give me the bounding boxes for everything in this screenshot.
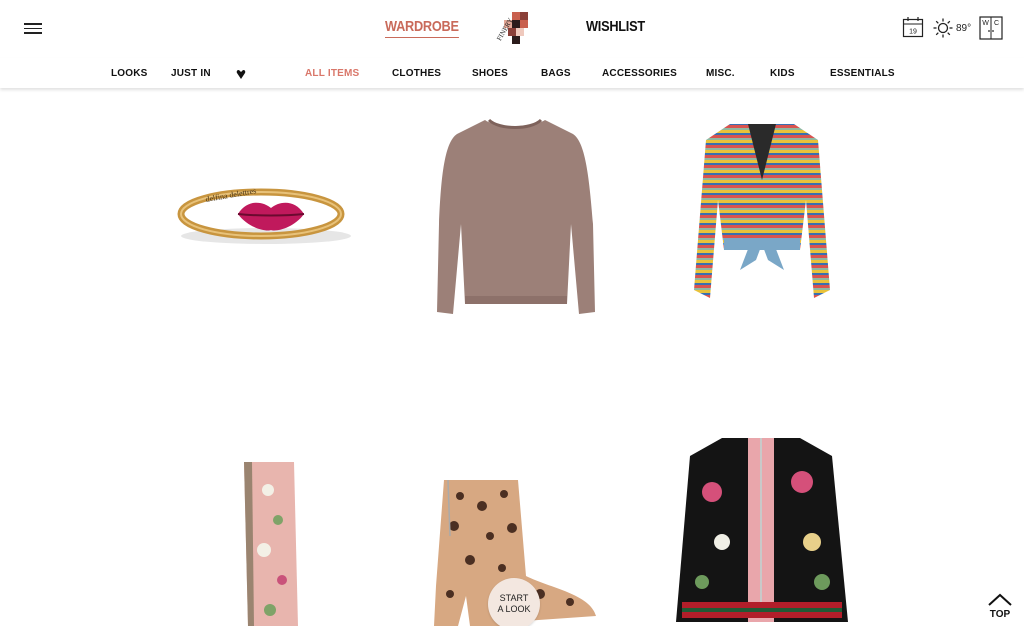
- wc-letter-c: C: [994, 20, 999, 27]
- finery-logo[interactable]: FINERY: [492, 8, 536, 48]
- wc-letter-w: W: [982, 20, 989, 27]
- calendar-day: 19: [909, 29, 917, 36]
- nav-all-items[interactable]: ALL ITEMS: [305, 68, 359, 79]
- nav-misc[interactable]: MISC.: [706, 68, 735, 79]
- weather-sun-icon[interactable]: [933, 18, 953, 38]
- ring-engraving: delfina delettres: [205, 186, 257, 204]
- start-look-line1: START: [499, 593, 529, 603]
- nav-looks[interactable]: LOOKS: [111, 68, 148, 79]
- category-nav: LOOKS JUST IN ALL ITEMS CLOTHES SHOES BA…: [0, 58, 1024, 88]
- nav-essentials[interactable]: ESSENTIALS: [830, 68, 895, 79]
- hamburger-menu-icon[interactable]: [24, 23, 42, 37]
- product-floral-bomber-jacket[interactable]: [672, 432, 850, 626]
- scroll-to-top-button[interactable]: TOP: [984, 592, 1016, 620]
- wardrobe-closet-icon[interactable]: W C: [979, 16, 1003, 40]
- nav-clothes[interactable]: CLOTHES: [392, 68, 441, 79]
- product-floral-scarf[interactable]: [238, 460, 300, 626]
- heart-favorites-icon[interactable]: [236, 67, 246, 79]
- calendar-icon[interactable]: 19: [902, 16, 924, 38]
- temperature-readout: 89°: [956, 23, 972, 34]
- tab-wishlist[interactable]: WISHLIST: [586, 18, 645, 35]
- start-look-line2: A LOOK: [497, 604, 531, 614]
- top-header: WARDROBE FINERY WISHLIST 19 89° W C: [0, 0, 1024, 58]
- nav-shoes[interactable]: SHOES: [472, 68, 508, 79]
- product-brown-sweater[interactable]: [433, 114, 597, 320]
- nav-accessories[interactable]: ACCESSORIES: [602, 68, 677, 79]
- product-lips-ring[interactable]: delfina delettres: [176, 180, 356, 250]
- chevron-up-icon: [988, 593, 1012, 606]
- nav-kids[interactable]: KIDS: [770, 68, 795, 79]
- top-label: TOP: [989, 609, 1011, 620]
- nav-bags[interactable]: BAGS: [541, 68, 571, 79]
- tab-wardrobe[interactable]: WARDROBE: [385, 18, 459, 38]
- start-a-look-button[interactable]: START A LOOK: [488, 578, 540, 626]
- product-striped-jacket[interactable]: [690, 120, 834, 302]
- nav-just-in[interactable]: JUST IN: [171, 68, 211, 79]
